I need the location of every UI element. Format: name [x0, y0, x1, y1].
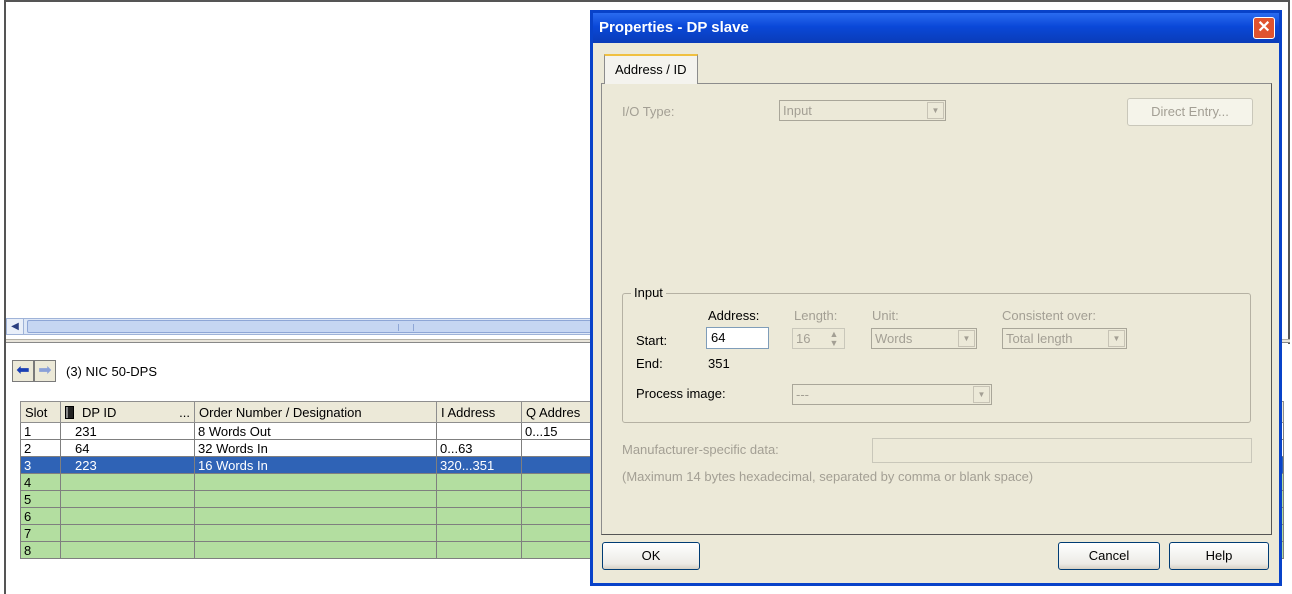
cell-order: 16 Words In — [194, 456, 437, 474]
manufacturer-data-input[interactable] — [872, 438, 1252, 463]
chevron-down-icon: ▼ — [927, 102, 944, 119]
io-type-label: I/O Type: — [622, 104, 675, 119]
cell-q-address — [521, 507, 592, 525]
cell-q-address — [521, 439, 592, 457]
module-icon — [65, 405, 74, 419]
spin-arrows-icon[interactable]: ▲ ▼ — [825, 330, 843, 348]
scroll-left-arrow-icon[interactable]: ◀ — [7, 319, 24, 334]
ok-button[interactable]: OK — [602, 542, 700, 570]
process-image-label: Process image: — [636, 386, 726, 401]
cell-slot: 6 — [20, 507, 61, 525]
help-button[interactable]: Help — [1169, 542, 1269, 570]
cell-slot: 5 — [20, 490, 61, 508]
station-label: (3) NIC 50-DPS — [66, 364, 158, 379]
cell-i-address — [436, 541, 522, 559]
navigation-buttons: ⬅ ➡ — [12, 360, 56, 382]
io-type-value: Input — [783, 103, 812, 118]
cancel-button[interactable]: Cancel — [1058, 542, 1160, 570]
horizontal-scrollbar[interactable]: ◀ — [6, 318, 747, 335]
cell-i-address — [436, 490, 522, 508]
cell-dp-id — [60, 524, 195, 542]
dialog-titlebar[interactable]: Properties - DP slave ✕ — [593, 13, 1279, 43]
cell-dp-id — [60, 490, 195, 508]
cell-i-address: 0...63 — [436, 439, 522, 457]
tab-address-id[interactable]: Address / ID — [604, 54, 698, 84]
column-header-dp-id[interactable]: DP ID... — [60, 401, 195, 423]
cell-order — [194, 473, 437, 491]
start-address-input[interactable]: 64 — [706, 327, 769, 349]
cell-q-address — [521, 524, 592, 542]
manufacturer-data-hint: (Maximum 14 bytes hexadecimal, separated… — [622, 469, 1034, 484]
cell-dp-id: 64 — [60, 439, 195, 457]
input-group-legend: Input — [631, 285, 666, 300]
cell-q-address: 0...15 — [521, 422, 592, 440]
cell-dp-id — [60, 507, 195, 525]
cell-slot: 1 — [20, 422, 61, 440]
process-image-value: --- — [796, 387, 809, 402]
back-arrow-icon[interactable]: ⬅ — [12, 360, 34, 382]
cell-slot: 3 — [20, 456, 61, 474]
cell-q-address — [521, 456, 592, 474]
cell-order — [194, 490, 437, 508]
cell-order — [194, 541, 437, 559]
address-column-label: Address: — [708, 308, 760, 323]
end-label: End: — [636, 356, 663, 371]
consistent-over-select[interactable]: Total length ▼ — [1002, 328, 1127, 349]
column-header-order-number[interactable]: Order Number / Designation — [194, 401, 437, 423]
direct-entry-button[interactable]: Direct Entry... — [1127, 98, 1253, 126]
close-icon[interactable]: ✕ — [1253, 17, 1275, 39]
unit-column-label: Unit: — [872, 308, 899, 323]
cell-i-address — [436, 422, 522, 440]
length-column-label: Length: — [794, 308, 838, 323]
unit-value: Words — [875, 331, 913, 346]
cell-q-address — [521, 473, 592, 491]
chevron-down-icon: ▼ — [1108, 330, 1125, 347]
consistent-column-label: Consistent over: — [1002, 308, 1096, 323]
cell-order: 32 Words In — [194, 439, 437, 457]
manufacturer-data-label: Manufacturer-specific data: — [622, 442, 779, 457]
cell-dp-id — [60, 473, 195, 491]
start-label: Start: — [636, 333, 668, 348]
end-address-value: 351 — [708, 356, 730, 371]
length-value: 16 — [796, 331, 811, 346]
cell-order — [194, 507, 437, 525]
cell-q-address — [521, 490, 592, 508]
cell-dp-id — [60, 541, 195, 559]
cell-slot: 2 — [20, 439, 61, 457]
length-stepper[interactable]: 16 ▲ ▼ — [792, 328, 845, 349]
forward-arrow-icon[interactable]: ➡ — [34, 360, 56, 382]
properties-dialog: Properties - DP slave ✕ Address / ID I/O… — [590, 10, 1282, 586]
cell-i-address — [436, 473, 522, 491]
process-image-select[interactable]: --- ▼ — [792, 384, 992, 405]
io-type-select[interactable]: Input ▼ — [779, 100, 946, 121]
cell-i-address — [436, 524, 522, 542]
column-header-slot[interactable]: Slot — [20, 401, 61, 423]
cell-dp-id: 231 — [60, 422, 195, 440]
chevron-down-icon: ▼ — [958, 330, 975, 347]
cell-order — [194, 524, 437, 542]
column-header-i-address[interactable]: I Address — [436, 401, 522, 423]
cell-order: 8 Words Out — [194, 422, 437, 440]
cell-dp-id: 223 — [60, 456, 195, 474]
cell-slot: 8 — [20, 541, 61, 559]
cell-slot: 4 — [20, 473, 61, 491]
chevron-down-icon: ▼ — [973, 386, 990, 403]
cell-slot: 7 — [20, 524, 61, 542]
cell-q-address — [521, 541, 592, 559]
consistent-over-value: Total length — [1006, 331, 1073, 346]
cell-i-address — [436, 507, 522, 525]
cell-i-address: 320...351 — [436, 456, 522, 474]
column-header-q-address[interactable]: Q Addres — [521, 401, 592, 423]
scroll-grip-icon — [398, 324, 414, 331]
dialog-title: Properties - DP slave — [599, 19, 749, 36]
unit-select[interactable]: Words ▼ — [871, 328, 977, 349]
